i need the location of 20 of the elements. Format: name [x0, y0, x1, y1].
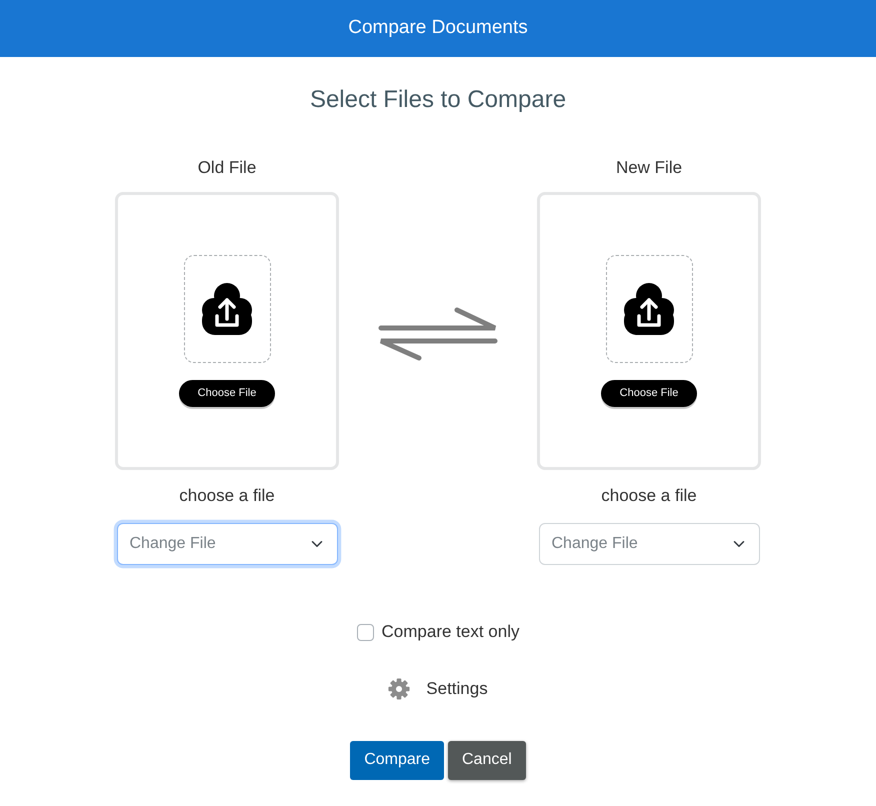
action-button[interactable]: Cancel: [448, 740, 526, 780]
file-select[interactable]: Change File: [538, 523, 760, 565]
cloud-upload-icon: [199, 281, 255, 337]
checkbox[interactable]: [356, 624, 374, 640]
checkbox-label: Compare text only: [382, 621, 520, 643]
cloud-upload-icon: [621, 281, 677, 337]
action-button[interactable]: Compare: [350, 740, 444, 780]
drop-zone[interactable]: [184, 255, 270, 363]
settings-icon: [388, 678, 410, 700]
file-label: New File: [616, 157, 682, 179]
page-heading: Select Files to Compare: [308, 85, 568, 114]
window-title: Compare Documents: [348, 16, 528, 40]
settings-button[interactable]: Settings: [388, 676, 488, 702]
drop-zone[interactable]: [606, 255, 692, 363]
choose-file-button[interactable]: Choose File: [601, 380, 697, 407]
file-label: Old File: [198, 157, 256, 179]
file-caption: choose a file: [601, 485, 697, 507]
file-select[interactable]: Change File: [116, 523, 338, 565]
file-caption: choose a file: [179, 485, 275, 507]
choose-file-button[interactable]: Choose File: [179, 380, 275, 407]
